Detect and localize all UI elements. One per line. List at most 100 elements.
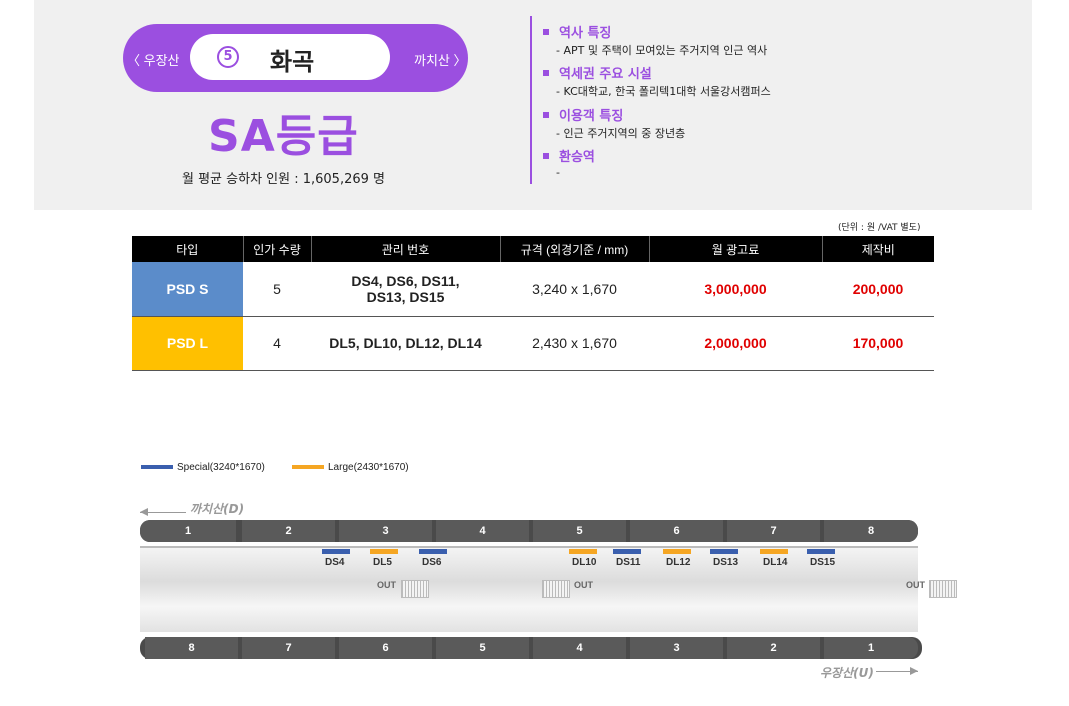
direction-top-label: 까치산(D) xyxy=(190,502,245,516)
table-header-row: 타입 인가 수량 관리 번호 규격 (외경기준 / mm) 월 광고료 제작비 xyxy=(132,236,934,262)
station-name: 화곡 xyxy=(270,48,315,76)
spec-cell: 2,430 x 1,670 xyxy=(500,316,649,371)
car-top-3: 3 xyxy=(339,520,432,542)
marker-label-ds11: DS11 xyxy=(616,557,641,568)
table-row: PSD S 5 DS4, DS6, DS11, DS13, DS15 3,240 … xyxy=(132,262,934,317)
marker-bar-dl5 xyxy=(370,549,398,554)
fee-cell: 3,000,000 xyxy=(649,262,822,317)
car-top-5: 5 xyxy=(533,520,626,542)
marker-label-ds6: DS6 xyxy=(422,557,442,568)
feature-transfer: 환승역 - xyxy=(543,146,595,179)
legend-special-swatch xyxy=(141,465,173,470)
car-bottom-3: 3 xyxy=(630,637,723,659)
unit-note: (단위 : 원 /VAT 별도) xyxy=(838,223,921,233)
car-bottom-4: 4 xyxy=(533,637,626,659)
marker-label-ds15: DS15 xyxy=(810,557,836,568)
exit-label: OUT xyxy=(906,580,925,590)
legend-special-label: Special(3240*1670) xyxy=(177,462,265,473)
bullet-icon xyxy=(543,69,549,76)
feature-head: 역사 특징 xyxy=(559,26,612,41)
stairs-icon xyxy=(929,580,957,598)
next-station-link[interactable]: 까치산 〉 xyxy=(414,50,467,69)
platform xyxy=(140,548,918,632)
marker-bar-ds15 xyxy=(807,549,835,554)
marker-label-ds13: DS13 xyxy=(713,557,739,568)
stairs-icon xyxy=(542,580,570,598)
bullet-icon xyxy=(543,152,549,159)
codes-cell: DL5, DL10, DL12, DL14 xyxy=(311,316,500,371)
production-cell: 200,000 xyxy=(822,262,934,317)
exit-label: OUT xyxy=(377,580,396,590)
stairs-icon xyxy=(401,580,429,598)
monthly-ridership-label: 월 평균 승하차 인원 : xyxy=(182,172,299,187)
feature-desc: - KC대학교, 한국 폴리텍1대학 서울강서캠퍼스 xyxy=(556,85,771,98)
feature-facilities: 역세권 주요 시설 - KC대학교, 한국 폴리텍1대학 서울강서캠퍼스 xyxy=(543,63,771,99)
car-bottom-1: 1 xyxy=(824,637,918,659)
marker-bar-ds6 xyxy=(419,549,447,554)
marker-label-dl12: DL12 xyxy=(666,557,691,568)
car-top-8: 8 xyxy=(824,520,918,542)
car-bottom-5: 5 xyxy=(436,637,529,659)
legend-large-swatch xyxy=(292,465,324,470)
feature-desc: - xyxy=(556,166,560,179)
exit-label: OUT xyxy=(574,580,593,590)
column-header: 월 광고료 xyxy=(649,236,823,262)
marker-bar-dl10 xyxy=(569,549,597,554)
car-top-7: 7 xyxy=(727,520,820,542)
vertical-divider xyxy=(530,16,532,184)
car-top-6: 6 xyxy=(630,520,723,542)
codes-line: DS13, DS15 xyxy=(366,288,445,305)
feature-head: 환승역 xyxy=(559,150,595,165)
car-bottom-7: 7 xyxy=(242,637,335,659)
spec-cell: 3,240 x 1,670 xyxy=(500,262,649,317)
column-header: 규격 (외경기준 / mm) xyxy=(500,236,650,262)
legend-large: Large(2430*1670) xyxy=(292,462,409,473)
bullet-icon xyxy=(543,111,549,118)
feature-history: 역사 특징 - APT 및 주택이 모여있는 주거지역 인근 역사 xyxy=(543,22,767,58)
car-bottom-6: 6 xyxy=(339,637,432,659)
column-header: 인가 수량 xyxy=(243,236,312,262)
arrow-right-icon xyxy=(876,667,918,675)
marker-bar-dl12 xyxy=(663,549,691,554)
legend-large-label: Large(2430*1670) xyxy=(328,462,409,473)
marker-bar-ds4 xyxy=(322,549,350,554)
ad-price-table: 타입 인가 수량 관리 번호 규격 (외경기준 / mm) 월 광고료 제작비 … xyxy=(132,236,934,371)
feature-users: 이용객 특징 - 인근 주거지역의 중 장년층 xyxy=(543,105,685,141)
line-number-badge: 5 xyxy=(217,46,239,68)
table-row: PSD L 4 DL5, DL10, DL12, DL14 2,430 x 1,… xyxy=(132,316,934,371)
marker-label-dl10: DL10 xyxy=(572,557,597,568)
codes-cell: DS4, DS6, DS11, DS13, DS15 xyxy=(311,262,500,317)
car-bottom-8: 8 xyxy=(145,637,238,659)
marker-label-ds4: DS4 xyxy=(325,557,345,568)
type-cell: PSD S xyxy=(132,262,243,317)
marker-label-dl5: DL5 xyxy=(373,557,392,568)
car-top-1: 1 xyxy=(140,520,236,542)
feature-head: 이용객 특징 xyxy=(559,109,624,124)
feature-desc: - 인근 주거지역의 중 장년층 xyxy=(556,127,686,140)
marker-bar-dl14 xyxy=(760,549,788,554)
feature-desc: - APT 및 주택이 모여있는 주거지역 인근 역사 xyxy=(556,44,768,57)
monthly-ridership-value: 1,605,269 명 xyxy=(302,172,385,187)
feature-head: 역세권 주요 시설 xyxy=(559,67,652,82)
monthly-ridership: 월 평균 승하차 인원 : 1,605,269 명 xyxy=(182,168,385,187)
codes-line: DS4, DS6, DS11, xyxy=(351,272,460,289)
production-cell: 170,000 xyxy=(822,316,934,371)
prev-station-link[interactable]: 〈 우장산 xyxy=(127,50,180,69)
column-header: 제작비 xyxy=(822,236,934,262)
fee-cell: 2,000,000 xyxy=(649,316,822,371)
car-bottom-2: 2 xyxy=(727,637,820,659)
column-header: 타입 xyxy=(132,236,244,262)
legend-special: Special(3240*1670) xyxy=(141,462,265,473)
station-grade: SA등급 xyxy=(208,111,359,162)
marker-bar-ds13 xyxy=(710,549,738,554)
car-top-2: 2 xyxy=(242,520,335,542)
count-cell: 4 xyxy=(243,316,311,371)
marker-bar-ds11 xyxy=(613,549,641,554)
count-cell: 5 xyxy=(243,262,311,317)
arrow-left-icon xyxy=(140,508,186,516)
type-cell: PSD L xyxy=(132,316,243,371)
marker-label-dl14: DL14 xyxy=(763,557,788,568)
column-header: 관리 번호 xyxy=(311,236,501,262)
direction-bottom-label: 우장산(U) xyxy=(820,666,874,680)
car-top-4: 4 xyxy=(436,520,529,542)
